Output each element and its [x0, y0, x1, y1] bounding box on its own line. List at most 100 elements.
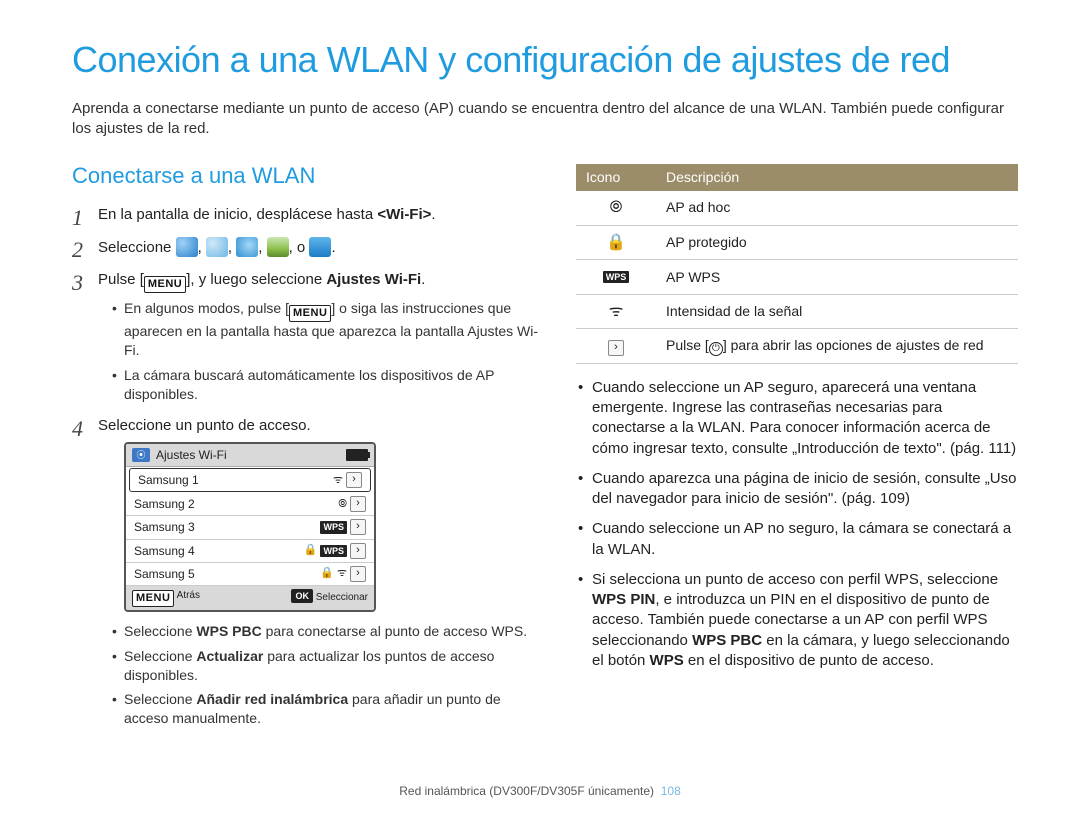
- pc-icon: [309, 237, 331, 257]
- n4-post: en el dispositivo de punto de acceso.: [684, 652, 934, 669]
- wps-icon: WPS: [320, 545, 347, 557]
- s4s1-b: WPS PBC: [196, 623, 261, 639]
- ap-label: Samsung 1: [138, 472, 333, 488]
- ap-icons: 🔒 WPS ›: [304, 543, 366, 559]
- step3-subs: En algunos modos, pulse [MENU] o siga la…: [98, 299, 542, 403]
- step4-sub3: Seleccione Añadir red inalámbrica para a…: [112, 690, 542, 728]
- device-title: Ajustes Wi-Fi: [156, 447, 346, 463]
- note-2: Cuando aparezca una página de inicio de …: [578, 469, 1018, 510]
- device-ap-list: Samsung 1 ᯤ › Samsung 2 ⦾ › Samsung 3 WP…: [126, 468, 374, 586]
- share-icon: [236, 237, 258, 257]
- menu-badge-icon: MENU: [144, 276, 186, 293]
- n4-b3: WPS: [650, 652, 684, 669]
- step-1-text: En la pantalla de inicio, desplácese has…: [98, 206, 436, 223]
- step-number: 4: [72, 414, 83, 444]
- page-title: Conexión a una WLAN y configuración de a…: [72, 36, 1018, 85]
- s4s3-b: Añadir red inalámbrica: [196, 691, 348, 707]
- step-4-text: Seleccione un punto de acceso.: [98, 417, 311, 434]
- ap-row[interactable]: Samsung 2 ⦾ ›: [126, 493, 374, 516]
- chevron-right-icon: ›: [350, 543, 366, 559]
- step3-bold: Ajustes Wi-Fi: [326, 271, 421, 288]
- ap-row[interactable]: Samsung 1 ᯤ ›: [129, 468, 371, 492]
- td-desc: AP WPS: [656, 260, 1018, 295]
- section-heading: Conectarse a una WLAN: [72, 161, 542, 191]
- power-icon: ⏻: [709, 342, 723, 356]
- columns: Conectarse a una WLAN 1 En la pantalla d…: [72, 161, 1018, 740]
- wifi-tile-icon: ⦿: [132, 448, 150, 462]
- step-2-text: Seleccione , , , , o .: [98, 239, 336, 256]
- s4s1-pre: Seleccione: [124, 623, 196, 639]
- step4-sub2: Seleccione Actualizar para actualizar lo…: [112, 647, 542, 685]
- page-footer: Red inalámbrica (DV300F/DV305F únicament…: [0, 783, 1080, 799]
- chevron-right-icon: ›: [346, 472, 362, 488]
- step-4: 4 Seleccione un punto de acceso. ⦿ Ajust…: [72, 416, 542, 729]
- device-header: ⦿ Ajustes Wi-Fi: [126, 444, 374, 467]
- device-back[interactable]: MENU Atrás: [132, 589, 200, 607]
- note-4: Si selecciona un punto de acceso con per…: [578, 570, 1018, 671]
- right-column: Icono Descripción ⦾ AP ad hoc 🔒 AP prote…: [576, 161, 1018, 740]
- step-number: 1: [72, 203, 83, 233]
- sep-or: , o: [289, 239, 310, 256]
- td-desc: AP ad hoc: [656, 191, 1018, 225]
- chevron-right-icon: ›: [350, 566, 366, 582]
- ap-label: Samsung 3: [134, 519, 320, 535]
- picture-icon: [267, 237, 289, 257]
- step1-pre: En la pantalla de inicio, desplácese has…: [98, 206, 377, 223]
- step-number: 2: [72, 235, 83, 265]
- menu-badge-icon: MENU: [132, 590, 174, 607]
- chevron-right-icon: ›: [350, 496, 366, 512]
- ap-row[interactable]: Samsung 3 WPS ›: [126, 516, 374, 539]
- ap-row[interactable]: Samsung 4 🔒 WPS ›: [126, 540, 374, 563]
- steps-list: 1 En la pantalla de inicio, desplácese h…: [72, 205, 542, 728]
- sep: ,: [228, 239, 236, 256]
- page-number: 108: [661, 784, 681, 798]
- r5-pre: Pulse [: [666, 337, 709, 353]
- device-select[interactable]: OK Seleccionar: [291, 589, 368, 607]
- icon-legend-table: Icono Descripción ⦾ AP ad hoc 🔒 AP prote…: [576, 164, 1018, 364]
- wps-icon: WPS: [320, 521, 347, 533]
- s4s1-post: para conectarse al punto de acceso WPS.: [262, 623, 527, 639]
- wps-icon: WPS: [576, 260, 656, 295]
- step1-bold: <Wi-Fi>: [377, 206, 431, 223]
- step-number: 3: [72, 268, 83, 298]
- step3-after: .: [421, 271, 425, 288]
- step1-after: .: [431, 206, 435, 223]
- table-row: ⦾ AP ad hoc: [576, 191, 1018, 225]
- td-desc: Intensidad de la señal: [656, 294, 1018, 329]
- td-desc: Pulse [⏻] para abrir las opciones de aju…: [656, 329, 1018, 364]
- sep: ,: [258, 239, 266, 256]
- step3-pre: Pulse [: [98, 271, 144, 288]
- th-desc: Descripción: [656, 164, 1018, 191]
- chevron-right-icon: ›: [350, 519, 366, 535]
- table-row: › Pulse [⏻] para abrir las opciones de a…: [576, 329, 1018, 364]
- step3-mid: ], y luego seleccione: [186, 271, 326, 288]
- signal-icon: ᯤ: [576, 294, 656, 329]
- adhoc-icon: ⦾: [576, 191, 656, 225]
- note-3: Cuando seleccione un AP no seguro, la cá…: [578, 519, 1018, 560]
- footer-text: Red inalámbrica (DV300F/DV305F únicament…: [399, 784, 654, 798]
- th-icon: Icono: [576, 164, 656, 191]
- step-2: 2 Seleccione , , , , o .: [72, 237, 542, 258]
- battery-icon: [346, 449, 368, 461]
- ap-icons: ⦾ ›: [338, 496, 366, 512]
- right-notes: Cuando seleccione un AP seguro, aparecer…: [576, 378, 1018, 671]
- ap-icons: ᯤ ›: [333, 472, 362, 488]
- n4-b1: WPS PIN: [592, 591, 655, 608]
- ap-label: Samsung 5: [134, 566, 320, 582]
- lock-icon: 🔒: [576, 225, 656, 260]
- step2-after: .: [331, 239, 335, 256]
- step3-sub1: En algunos modos, pulse [MENU] o siga la…: [112, 299, 542, 360]
- menu-badge-icon: MENU: [289, 305, 331, 322]
- note-1: Cuando seleccione un AP seguro, aparecer…: [578, 378, 1018, 459]
- left-column: Conectarse a una WLAN 1 En la pantalla d…: [72, 161, 542, 740]
- n4-pre: Si selecciona un punto de acceso con per…: [592, 571, 998, 588]
- table-row: 🔒 AP protegido: [576, 225, 1018, 260]
- ap-icons: WPS ›: [320, 519, 366, 535]
- step-1: 1 En la pantalla de inicio, desplácese h…: [72, 205, 542, 225]
- r5-post: ] para abrir las opciones de ajustes de …: [723, 337, 984, 353]
- page: Conexión a una WLAN y configuración de a…: [0, 0, 1080, 815]
- cloud-icon: [206, 237, 228, 257]
- ap-row[interactable]: Samsung 5 🔒 ᯤ ›: [126, 563, 374, 586]
- step-3: 3 Pulse [MENU], y luego seleccione Ajust…: [72, 270, 542, 403]
- ap-label: Samsung 2: [134, 496, 338, 512]
